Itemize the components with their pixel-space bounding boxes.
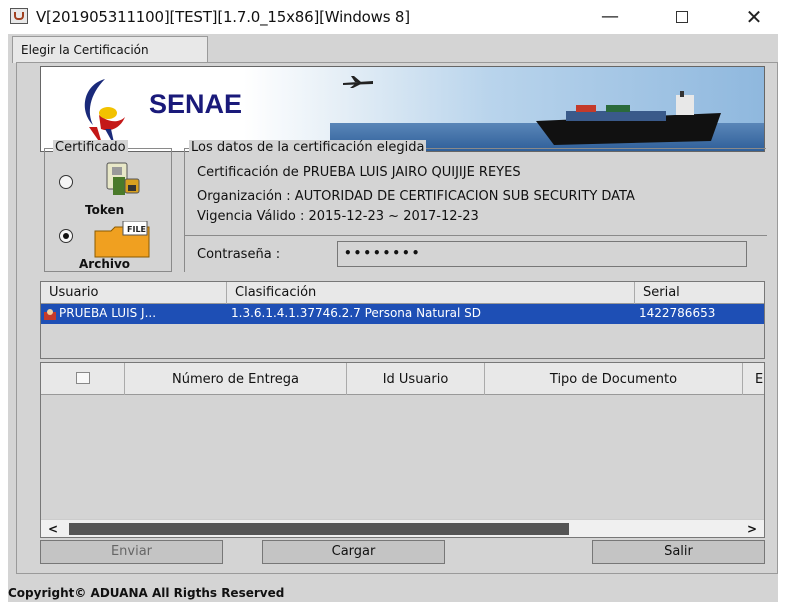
column-serial[interactable]: Serial: [635, 282, 764, 304]
certificado-legend: Certificado: [53, 140, 128, 155]
senae-logo-text: SENAE: [149, 89, 243, 119]
column-e-truncated[interactable]: E: [743, 363, 764, 395]
cargo-ship-icon: [536, 91, 721, 145]
column-numero-entrega[interactable]: Número de Entrega: [125, 363, 347, 395]
maximize-button[interactable]: [660, 4, 704, 30]
column-tipo-documento[interactable]: Tipo de Documento: [485, 363, 743, 395]
cargar-button[interactable]: Cargar: [262, 540, 445, 564]
token-radio[interactable]: [59, 175, 73, 189]
certificate-table-header: Usuario Clasificación Serial: [41, 282, 764, 304]
maximize-icon: [676, 11, 688, 23]
column-clasificacion[interactable]: Clasificación: [227, 282, 635, 304]
organizacion-text: Organización : AUTORIDAD DE CERTIFICACIO…: [197, 189, 635, 204]
select-all-checkbox[interactable]: [75, 372, 90, 384]
token-label: Token: [85, 203, 125, 217]
scroll-left-arrow-icon[interactable]: <: [41, 520, 65, 537]
certificado-group: Certificado Token FILE Archivo: [44, 140, 172, 272]
close-button[interactable]: ✕: [732, 4, 776, 30]
airplane-icon: [343, 76, 373, 88]
documents-table-header: Número de Entrega Id Usuario Tipo de Doc…: [41, 363, 764, 395]
vigencia-text: Vigencia Válido : 2015-12-23 ~ 2017-12-2…: [197, 209, 479, 224]
tab-elegir-certificacion[interactable]: Elegir la Certificación: [12, 36, 208, 63]
salir-button[interactable]: Salir: [592, 540, 765, 564]
file-folder-icon: FILE: [94, 221, 150, 258]
column-select-all[interactable]: [41, 363, 125, 395]
scroll-right-arrow-icon[interactable]: >: [740, 520, 764, 537]
copyright-footer: Copyright© ADUANA All Rigths Reserved: [8, 586, 285, 600]
usb-token-icon: [106, 162, 140, 195]
scroll-thumb[interactable]: [69, 523, 569, 535]
documents-table[interactable]: Número de Entrega Id Usuario Tipo de Doc…: [40, 362, 765, 538]
enviar-button[interactable]: Enviar: [40, 540, 223, 564]
certificate-table[interactable]: Usuario Clasificación Serial PRUEBA LUIS…: [40, 281, 765, 359]
cell-serial: 1422786653: [639, 306, 716, 320]
cell-usuario: PRUEBA LUIS J...: [59, 306, 157, 320]
certificacion-text: Certificación de PRUEBA LUIS JAIRO QUIJI…: [197, 165, 521, 180]
datos-certificacion-group: Los datos de la certificación elegida Ce…: [184, 140, 767, 272]
password-field[interactable]: ••••••••: [337, 241, 747, 267]
senae-logo-icon: [84, 79, 125, 147]
archivo-label: Archivo: [79, 257, 131, 271]
horizontal-scrollbar[interactable]: < >: [41, 519, 764, 537]
java-app-icon: [10, 8, 28, 24]
column-id-usuario[interactable]: Id Usuario: [347, 363, 485, 395]
table-row[interactable]: PRUEBA LUIS J... 1.3.6.1.4.1.37746.2.7 P…: [41, 304, 764, 324]
archivo-radio[interactable]: [59, 229, 73, 243]
certificate-user-icon: [44, 309, 56, 320]
window-title: V[201905311100][TEST][1.7.0_15x86][Windo…: [36, 8, 410, 26]
minimize-button[interactable]: —: [588, 4, 632, 30]
cell-clasificacion: 1.3.6.1.4.1.37746.2.7 Persona Natural SD: [231, 306, 482, 320]
title-bar: V[201905311100][TEST][1.7.0_15x86][Windo…: [0, 0, 786, 34]
password-label: Contraseña :: [197, 247, 281, 262]
datos-legend: Los datos de la certificación elegida: [189, 140, 427, 155]
column-usuario[interactable]: Usuario: [41, 282, 227, 304]
file-icon-text: FILE: [127, 225, 146, 234]
group-divider: [185, 235, 767, 236]
